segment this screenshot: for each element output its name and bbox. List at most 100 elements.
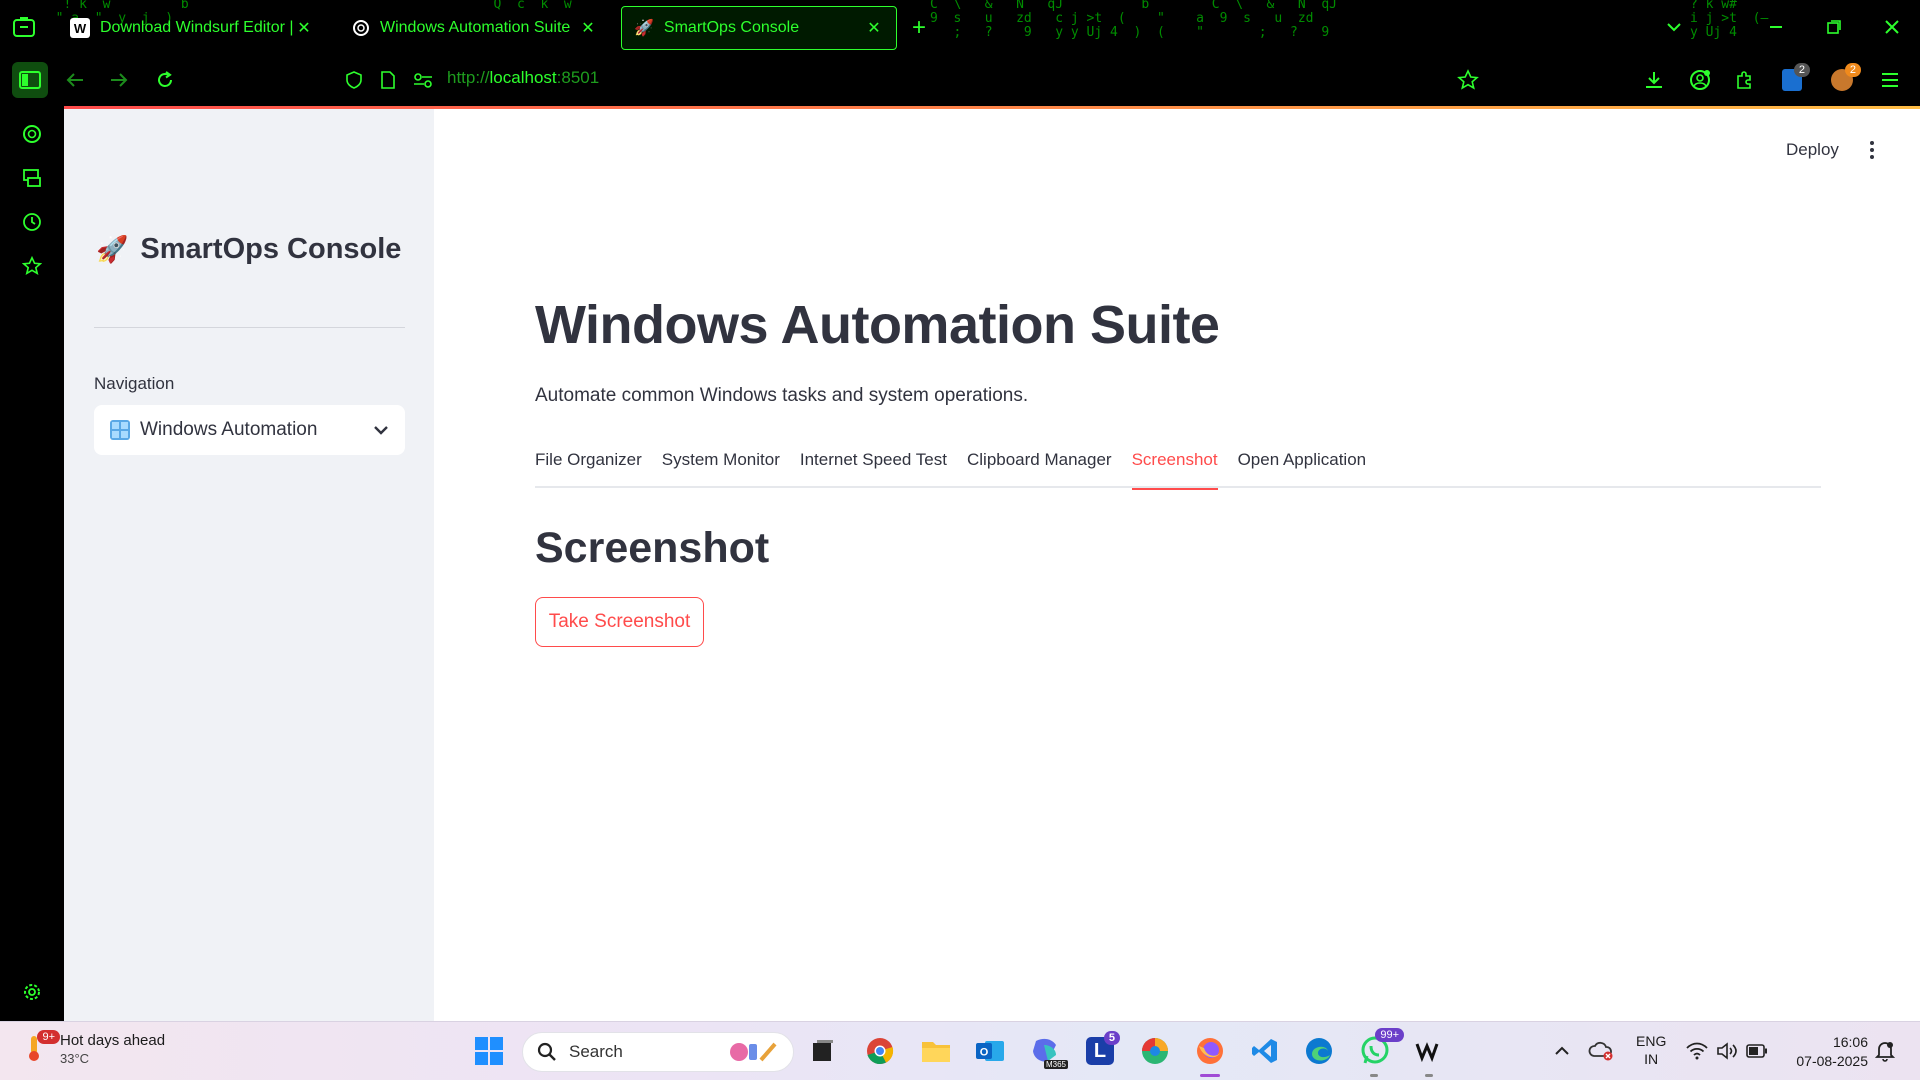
browser-side-panel bbox=[0, 106, 64, 1021]
sidebar-divider bbox=[94, 327, 405, 328]
notification-bell-icon[interactable] bbox=[1868, 1034, 1902, 1068]
vscode-icon[interactable] bbox=[1248, 1034, 1282, 1068]
page-icon[interactable] bbox=[370, 62, 406, 98]
tab-internet-speed-test[interactable]: Internet Speed Test bbox=[800, 442, 947, 488]
restore-icon[interactable] bbox=[1816, 10, 1852, 44]
chatgpt-icon[interactable] bbox=[14, 116, 50, 152]
windows-icon bbox=[110, 420, 130, 440]
battery-icon[interactable] bbox=[1740, 1034, 1774, 1068]
menu-hamburger-icon[interactable] bbox=[1872, 62, 1908, 98]
synced-tabs-icon[interactable] bbox=[14, 160, 50, 196]
minimize-icon[interactable] bbox=[1758, 10, 1794, 44]
openai-icon bbox=[352, 19, 370, 37]
edge-icon[interactable] bbox=[1302, 1034, 1336, 1068]
volume-icon[interactable] bbox=[1710, 1034, 1744, 1068]
task-view-icon[interactable] bbox=[806, 1034, 840, 1068]
take-screenshot-button[interactable]: Take Screenshot bbox=[535, 597, 704, 647]
sidebar-toggle-icon[interactable] bbox=[12, 62, 48, 98]
clock-time: 16:06 bbox=[1832, 1034, 1868, 1050]
tab-overview-icon[interactable] bbox=[12, 16, 36, 38]
list-tabs-chevron-icon[interactable] bbox=[1656, 10, 1692, 44]
taskbar-clock[interactable]: 16:06 07-08-2025 bbox=[1796, 1033, 1868, 1071]
extension-badge-icon-2[interactable]: 2 bbox=[1824, 62, 1861, 98]
url-scheme: http:// bbox=[447, 68, 490, 87]
weather-widget[interactable]: 9+ Hot days ahead 33°C bbox=[24, 1030, 165, 1066]
bookmarks-star-icon[interactable] bbox=[14, 248, 50, 284]
tab-label: Windows Automation Suite bbox=[380, 19, 571, 36]
tab-screenshot[interactable]: Screenshot bbox=[1131, 442, 1218, 490]
history-icon[interactable] bbox=[14, 204, 50, 240]
extension-badge-count-2: 2 bbox=[1844, 63, 1861, 77]
navigation-select[interactable]: Windows Automation bbox=[94, 405, 405, 455]
taskbar-search[interactable]: Search bbox=[522, 1032, 794, 1072]
svg-text:O: O bbox=[980, 1047, 989, 1059]
address-bar[interactable]: http://localhost:8501 bbox=[447, 68, 599, 88]
close-tab-icon[interactable]: ✕ bbox=[578, 18, 598, 38]
new-tab-plus-icon[interactable]: + bbox=[912, 14, 926, 42]
close-tab-icon[interactable]: ✕ bbox=[294, 18, 314, 38]
extension-badge-icon[interactable]: 2 bbox=[1774, 62, 1810, 98]
chevron-down-icon bbox=[373, 425, 389, 435]
page-subtitle: Automate common Windows tasks and system… bbox=[535, 385, 1029, 406]
back-icon[interactable] bbox=[57, 62, 93, 98]
reload-icon[interactable] bbox=[147, 62, 183, 98]
browser-tab-bar: ! k w b " a " y j ) Q c k w C \ & N qJ b… bbox=[0, 0, 1920, 54]
firefox-icon[interactable] bbox=[1193, 1034, 1227, 1068]
tab-label: Download Windsurf Editor | Wi bbox=[100, 19, 294, 36]
app-title: 🚀 SmartOps Console bbox=[96, 233, 401, 266]
lang-top: ENG bbox=[1636, 1033, 1667, 1049]
streamlit-page: 🚀 SmartOps Console Navigation Windows Au… bbox=[64, 106, 1920, 1021]
extensions-icon[interactable] bbox=[1726, 62, 1762, 98]
browser-tab-smartops[interactable]: 🚀 SmartOps Console ✕ bbox=[621, 6, 897, 50]
search-icon bbox=[537, 1042, 556, 1061]
tab-open-application[interactable]: Open Application bbox=[1238, 442, 1367, 488]
sidebar-settings-gear-icon[interactable] bbox=[14, 974, 50, 1010]
firefox-active-indicator bbox=[1200, 1074, 1220, 1077]
chrome-icon[interactable] bbox=[863, 1034, 897, 1068]
chevron-up-icon[interactable] bbox=[1545, 1034, 1579, 1068]
tab-label: SmartOps Console bbox=[663, 19, 800, 36]
language-indicator[interactable]: ENG IN bbox=[1636, 1032, 1666, 1068]
outlook-icon[interactable]: O bbox=[973, 1034, 1007, 1068]
site-permissions-icon[interactable] bbox=[405, 62, 441, 98]
browser-tab-windsurf[interactable]: W Download Windsurf Editor | Wi ✕ bbox=[58, 6, 326, 50]
start-windows-icon[interactable] bbox=[472, 1034, 506, 1068]
rocket-icon: 🚀 bbox=[96, 234, 129, 264]
section-title: Screenshot bbox=[535, 524, 770, 572]
matrix-background-3: C \ & N qJ b C \ & N qJ 9 s u zd c j >t … bbox=[930, 0, 1337, 40]
clock-date: 07-08-2025 bbox=[1796, 1053, 1868, 1069]
deploy-button[interactable]: Deploy bbox=[1786, 140, 1839, 160]
whatsapp-running-indicator bbox=[1370, 1074, 1378, 1077]
thermometer-icon: 9+ bbox=[24, 1030, 60, 1064]
copilot-icon[interactable] bbox=[1138, 1034, 1172, 1068]
onedrive-error-icon[interactable] bbox=[1584, 1034, 1618, 1068]
lens-l-icon[interactable]: L 5 bbox=[1083, 1031, 1120, 1068]
m365-label: M365 bbox=[1043, 1060, 1068, 1069]
extension-badge-count: 2 bbox=[1793, 63, 1810, 77]
lens-badge: 5 bbox=[1103, 1031, 1120, 1045]
main-menu-kebab-icon[interactable] bbox=[1862, 138, 1882, 162]
account-icon[interactable] bbox=[1682, 62, 1718, 98]
tab-file-organizer[interactable]: File Organizer bbox=[535, 442, 642, 488]
close-window-icon[interactable] bbox=[1874, 10, 1910, 44]
whatsapp-icon[interactable]: 99+ bbox=[1358, 1028, 1404, 1068]
tab-system-monitor[interactable]: System Monitor bbox=[662, 442, 780, 488]
search-label: Search bbox=[569, 1042, 623, 1061]
windsurf-taskbar-icon[interactable] bbox=[1412, 1034, 1446, 1068]
microsoft-365-icon[interactable]: M365 bbox=[1028, 1034, 1068, 1069]
url-host: localhost bbox=[489, 68, 557, 87]
windsurf-icon: W bbox=[70, 18, 90, 38]
forward-icon[interactable] bbox=[101, 62, 137, 98]
tab-clipboard-manager[interactable]: Clipboard Manager bbox=[967, 442, 1112, 488]
close-tab-icon[interactable]: ✕ bbox=[864, 18, 884, 38]
browser-nav-bar: http://localhost:8501 2 2 bbox=[0, 54, 1920, 106]
file-explorer-icon[interactable] bbox=[919, 1034, 953, 1068]
shield-icon[interactable] bbox=[336, 62, 372, 98]
browser-tab-automation[interactable]: Windows Automation Suite ✕ bbox=[340, 6, 610, 50]
wifi-icon[interactable] bbox=[1680, 1034, 1714, 1068]
downloads-icon[interactable] bbox=[1636, 62, 1672, 98]
weather-badge: 9+ bbox=[37, 1030, 60, 1044]
rocket-icon: 🚀 bbox=[634, 20, 654, 37]
app-title-text: SmartOps Console bbox=[140, 233, 402, 265]
bookmark-star-icon[interactable] bbox=[1450, 62, 1486, 98]
